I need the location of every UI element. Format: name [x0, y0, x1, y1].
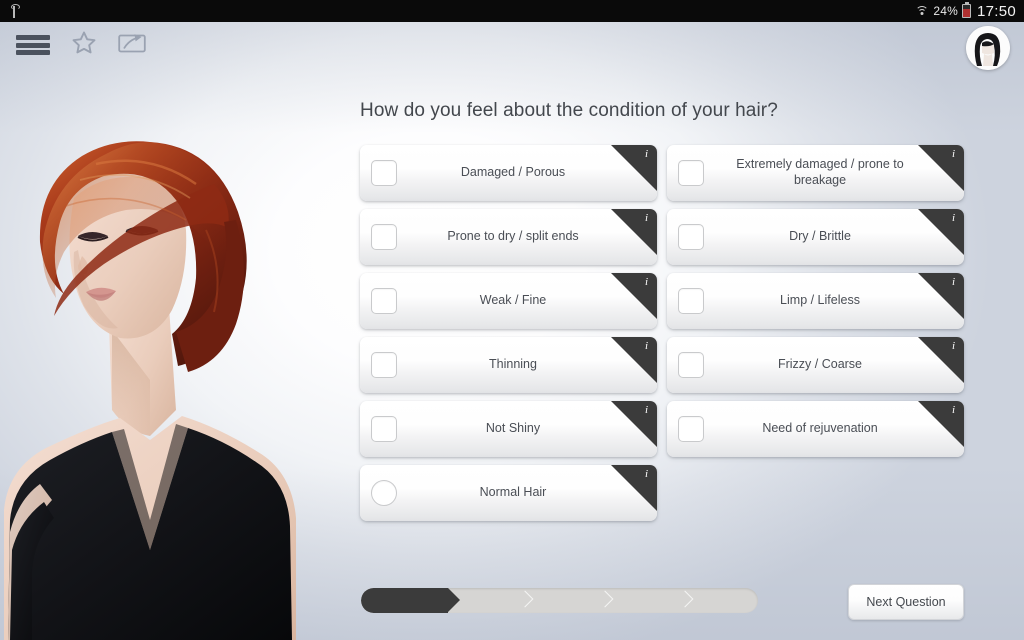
- info-icon-thinning[interactable]: i: [611, 337, 657, 383]
- checkbox-limp-lifeless[interactable]: [678, 288, 704, 314]
- wifi-icon: [915, 5, 929, 18]
- info-icon-damaged-porous[interactable]: i: [611, 145, 657, 191]
- checkbox-weak-fine[interactable]: [371, 288, 397, 314]
- info-icon-normal-hair[interactable]: i: [611, 465, 657, 511]
- options-grid: Damaged / Porous i Extremely damaged / p…: [360, 145, 964, 521]
- option-card-normal-hair[interactable]: Normal Hair i: [360, 465, 657, 521]
- info-icon-weak-fine[interactable]: i: [611, 273, 657, 319]
- battery-percent-label: 24%: [933, 4, 958, 18]
- progress-fill: [361, 588, 461, 613]
- info-icon-extremely-damaged[interactable]: i: [918, 145, 964, 191]
- status-bar-left: [0, 3, 21, 19]
- option-card-thinning[interactable]: Thinning i: [360, 337, 657, 393]
- avatar[interactable]: [966, 26, 1010, 70]
- hamburger-menu-icon[interactable]: [16, 32, 50, 58]
- share-icon[interactable]: [118, 31, 146, 59]
- status-bar: 24% 17:50: [0, 0, 1024, 22]
- checkbox-damaged-porous[interactable]: [371, 160, 397, 186]
- info-glyph: i: [644, 340, 648, 352]
- progress-step-divider-4: [679, 591, 689, 610]
- option-card-extremely-damaged[interactable]: Extremely damaged / prone to breakage i: [667, 145, 964, 201]
- clock-label: 17:50: [976, 2, 1016, 20]
- radio-normal-hair[interactable]: [371, 480, 397, 506]
- info-glyph: i: [644, 276, 648, 288]
- status-bar-right: 24% 17:50: [915, 2, 1024, 20]
- option-card-frizzy-coarse[interactable]: Frizzy / Coarse i: [667, 337, 964, 393]
- option-card-not-shiny[interactable]: Not Shiny i: [360, 401, 657, 457]
- main-content: How do you feel about the condition of y…: [0, 22, 1024, 640]
- option-card-need-of-rejuvenation[interactable]: Need of rejuvenation i: [667, 401, 964, 457]
- info-glyph: i: [951, 404, 955, 416]
- checkbox-prone-to-dry[interactable]: [371, 224, 397, 250]
- info-icon-need-of-rejuvenation[interactable]: i: [918, 401, 964, 447]
- checkbox-thinning[interactable]: [371, 352, 397, 378]
- info-glyph: i: [644, 468, 648, 480]
- info-glyph: i: [951, 212, 955, 224]
- page-title: How do you feel about the condition of y…: [360, 100, 778, 121]
- info-glyph: i: [644, 404, 648, 416]
- info-icon-prone-to-dry[interactable]: i: [611, 209, 657, 255]
- info-glyph: i: [644, 212, 648, 224]
- checkbox-extremely-damaged[interactable]: [678, 160, 704, 186]
- next-question-label: Next Question: [866, 595, 946, 609]
- info-icon-not-shiny[interactable]: i: [611, 401, 657, 447]
- checkbox-not-shiny[interactable]: [371, 416, 397, 442]
- info-glyph: i: [951, 148, 955, 160]
- info-icon-frizzy-coarse[interactable]: i: [918, 337, 964, 383]
- next-question-button[interactable]: Next Question: [848, 584, 964, 620]
- battery-icon: [961, 2, 971, 18]
- progress-step-divider-2: [519, 591, 529, 610]
- info-glyph: i: [644, 148, 648, 160]
- info-icon-dry-brittle[interactable]: i: [918, 209, 964, 255]
- usb-icon: [7, 3, 21, 19]
- progress-step-divider-3: [599, 591, 609, 610]
- app-root: 24% 17:50 How do you feel about the cond…: [0, 0, 1024, 640]
- option-card-prone-to-dry[interactable]: Prone to dry / split ends i: [360, 209, 657, 265]
- checkbox-need-of-rejuvenation[interactable]: [678, 416, 704, 442]
- info-glyph: i: [951, 276, 955, 288]
- option-card-limp-lifeless[interactable]: Limp / Lifeless i: [667, 273, 964, 329]
- checkbox-dry-brittle[interactable]: [678, 224, 704, 250]
- checkbox-frizzy-coarse[interactable]: [678, 352, 704, 378]
- option-card-dry-brittle[interactable]: Dry / Brittle i: [667, 209, 964, 265]
- top-toolbar: [16, 30, 146, 60]
- info-icon-limp-lifeless[interactable]: i: [918, 273, 964, 319]
- option-card-damaged-porous[interactable]: Damaged / Porous i: [360, 145, 657, 201]
- option-card-weak-fine[interactable]: Weak / Fine i: [360, 273, 657, 329]
- star-icon[interactable]: [71, 30, 97, 60]
- info-glyph: i: [951, 340, 955, 352]
- progress-bar[interactable]: [361, 588, 758, 613]
